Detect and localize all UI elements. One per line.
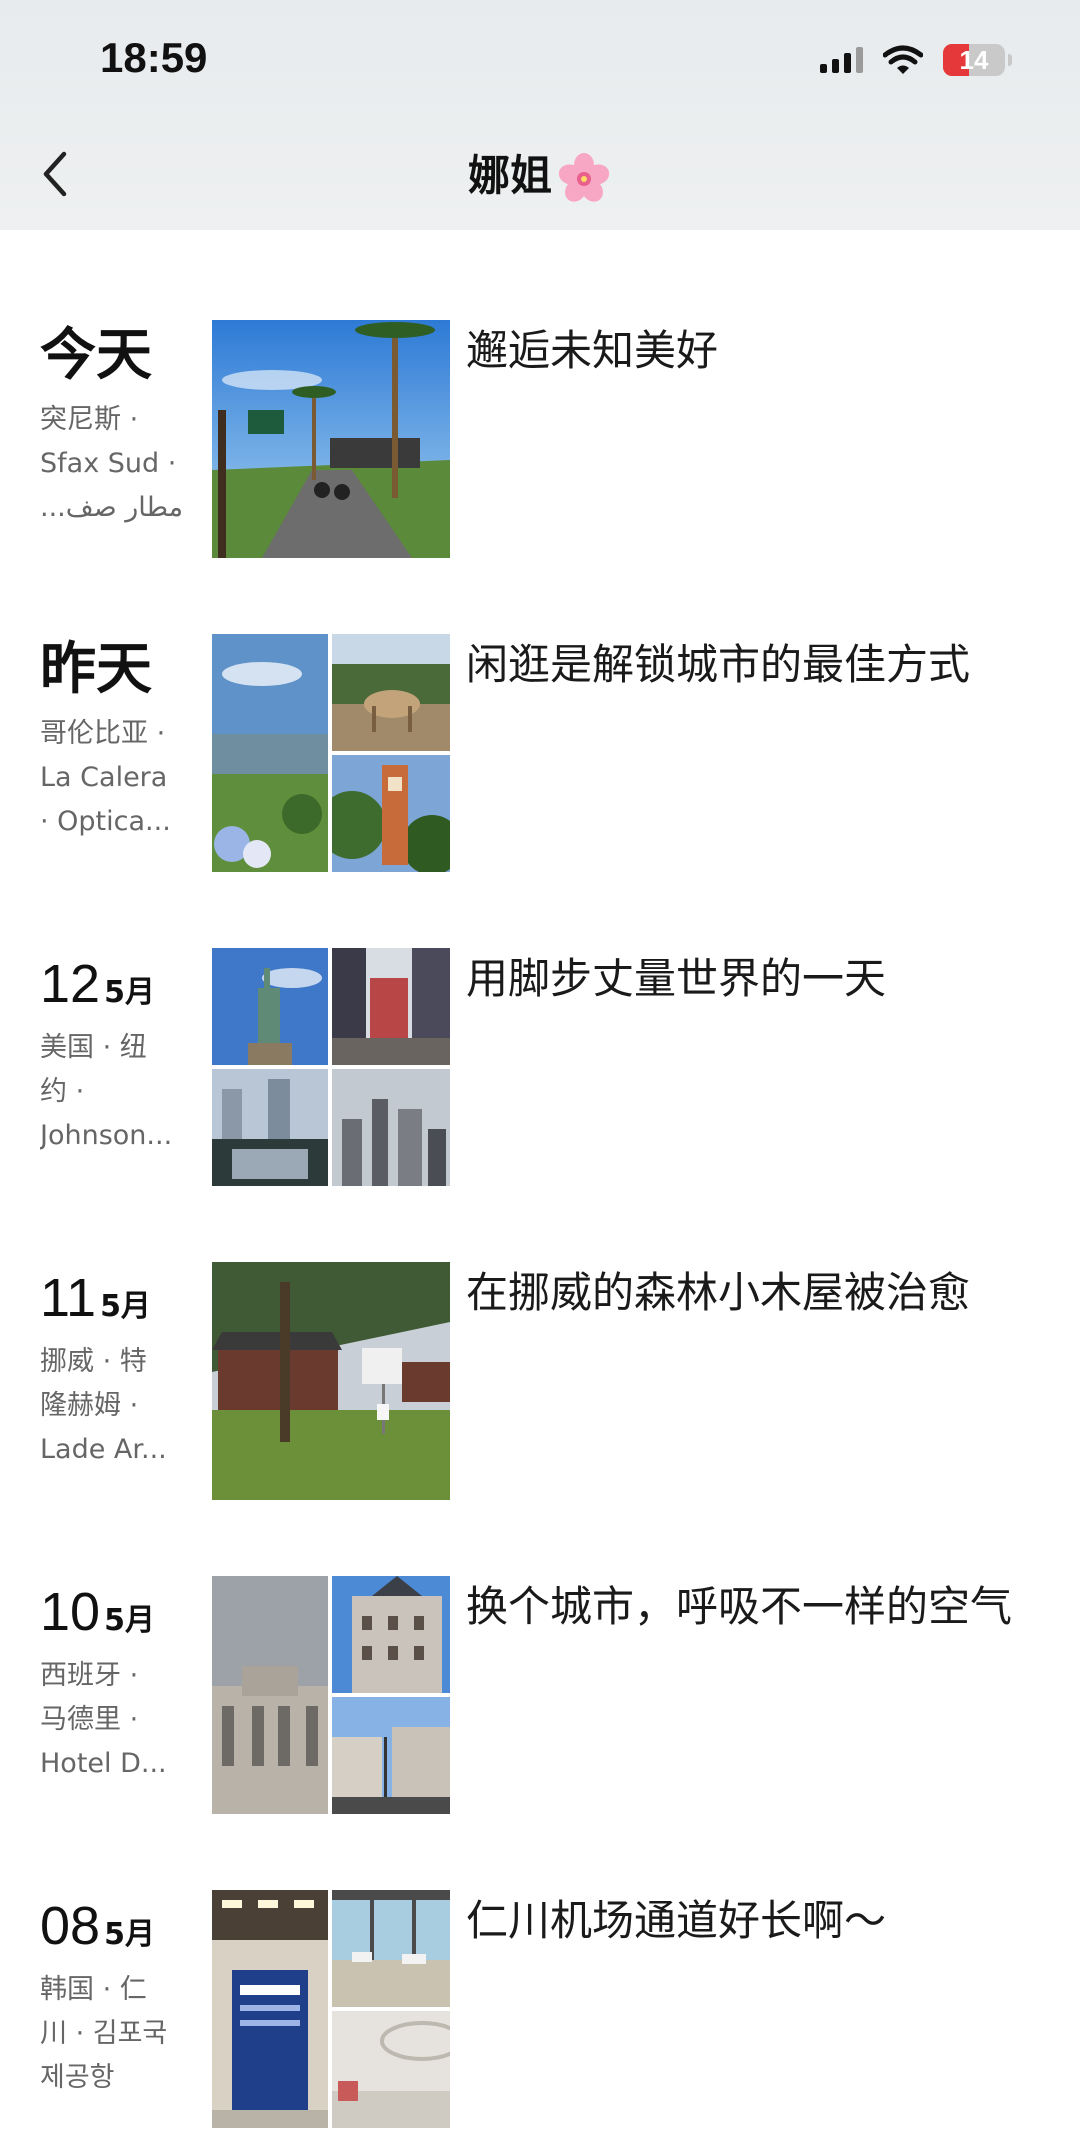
photo bbox=[332, 2011, 450, 2128]
top-bar: 18:59 14 娜姐 bbox=[0, 0, 1080, 230]
page-title-text: 娜姐 bbox=[467, 151, 552, 200]
location-line: 约 · bbox=[40, 1076, 85, 1107]
location-line: 川 · 김포국 bbox=[40, 2018, 168, 2049]
photo bbox=[332, 1576, 450, 1693]
photo bbox=[212, 1069, 328, 1186]
location-line: La Calera bbox=[40, 762, 168, 793]
photo-thumbnail[interactable] bbox=[212, 1890, 450, 2128]
date-label: 今天 bbox=[40, 323, 152, 388]
date-month: 5月 bbox=[104, 1603, 155, 1638]
date-month: 5月 bbox=[104, 975, 155, 1010]
page-title: 娜姐 bbox=[0, 146, 1080, 206]
photo-thumbnail[interactable] bbox=[212, 634, 450, 872]
entry-caption: 换个城市，呼吸不一样的空气 bbox=[466, 1582, 1013, 1631]
photo-thumbnail[interactable] bbox=[212, 1576, 450, 1814]
entry-date: 08 5月 bbox=[40, 1890, 155, 1962]
photo bbox=[332, 1069, 450, 1186]
date-day: 11 bbox=[40, 1268, 97, 1328]
date-day: 10 bbox=[40, 1582, 101, 1642]
entry-date: 今天 bbox=[40, 320, 152, 392]
entry-caption: 闲逛是解锁城市的最佳方式 bbox=[466, 640, 971, 689]
entry-location: 挪威 · 特 隆赫姆 · Lade Ar... bbox=[40, 1340, 192, 1472]
entry-date: 11 5月 bbox=[40, 1262, 151, 1334]
photo bbox=[212, 1576, 328, 1814]
date-month: 5月 bbox=[100, 1289, 151, 1324]
entry-location: 哥伦比亚 · La Calera · Optica... bbox=[40, 712, 192, 844]
battery-icon: 14 bbox=[943, 44, 1005, 76]
entry-location: 美国 · 纽 约 · Johnson... bbox=[40, 1026, 192, 1158]
cherry-blossom-icon bbox=[558, 152, 610, 202]
photo bbox=[212, 1890, 328, 2128]
list-item[interactable]: 昨天 哥伦比亚 · La Calera · Optica... 闲逛是解锁城市的… bbox=[0, 634, 1080, 874]
location-line: 哥伦比亚 · bbox=[40, 718, 166, 749]
list-item[interactable]: 08 5月 韩国 · 仁 川 · 김포국 제공항 仁川机场通道好长啊～ bbox=[0, 1890, 1080, 2130]
date-label: 昨天 bbox=[40, 637, 152, 702]
entry-date: 10 5月 bbox=[40, 1576, 155, 1648]
photo-thumbnail[interactable] bbox=[212, 1262, 450, 1500]
date-day: 12 bbox=[40, 954, 101, 1014]
date-day: 08 bbox=[40, 1896, 101, 1956]
photo-thumbnail[interactable] bbox=[212, 948, 450, 1186]
entry-location: 西班牙 · 马德里 · Hotel D... bbox=[40, 1654, 192, 1786]
entry-caption: 用脚步丈量世界的一天 bbox=[466, 954, 887, 1003]
list-item[interactable]: 11 5月 挪威 · 特 隆赫姆 · Lade Ar... 在挪威的森林小木屋被… bbox=[0, 1262, 1080, 1502]
photo bbox=[212, 634, 328, 872]
location-line: 挪威 · 特 bbox=[40, 1346, 147, 1377]
status-icons: 14 bbox=[820, 40, 1012, 80]
photo bbox=[212, 1262, 450, 1500]
cellular-signal-icon bbox=[820, 47, 863, 73]
location-line: 美国 · 纽 bbox=[40, 1032, 147, 1063]
photo-thumbnail[interactable] bbox=[212, 320, 450, 558]
location-line: 제공항 bbox=[40, 2062, 115, 2093]
entry-date: 12 5月 bbox=[40, 948, 155, 1020]
location-line: Hotel D... bbox=[40, 1748, 167, 1779]
location-line: مطار صف... bbox=[40, 492, 184, 523]
photo bbox=[212, 320, 450, 558]
location-line: · Optica... bbox=[40, 806, 171, 837]
entry-location: 韩国 · 仁 川 · 김포국 제공항 bbox=[40, 1968, 192, 2100]
status-time: 18:59 bbox=[100, 34, 208, 81]
entry-location: 突尼斯 · Sfax Sud · مطار صف... bbox=[40, 398, 192, 530]
battery-level: 14 bbox=[959, 45, 989, 75]
location-line: Johnson... bbox=[40, 1120, 173, 1151]
location-line: 马德里 · bbox=[40, 1704, 139, 1735]
photo bbox=[332, 634, 450, 751]
entry-date: 昨天 bbox=[40, 634, 152, 706]
location-line: 西班牙 · bbox=[40, 1660, 139, 1691]
date-month: 5月 bbox=[104, 1917, 155, 1952]
photo bbox=[212, 948, 328, 1065]
photo bbox=[332, 755, 450, 872]
location-line: Lade Ar... bbox=[40, 1434, 167, 1465]
entry-caption: 邂逅未知美好 bbox=[466, 326, 719, 375]
entry-caption: 在挪威的森林小木屋被治愈 bbox=[466, 1268, 971, 1317]
list-item[interactable]: 今天 突尼斯 · Sfax Sud · مطار صف... 邂逅未知美好 bbox=[0, 320, 1080, 560]
photo bbox=[332, 1890, 450, 2007]
location-line: 隆赫姆 · bbox=[40, 1390, 139, 1421]
photo bbox=[332, 948, 450, 1065]
list-item[interactable]: 10 5月 西班牙 · 马德里 · Hotel D... 换个城市，呼吸不一样的… bbox=[0, 1576, 1080, 1816]
location-line: 突尼斯 · bbox=[40, 404, 139, 435]
wifi-icon bbox=[883, 45, 923, 74]
location-line: Sfax Sud · bbox=[40, 448, 177, 479]
list-item[interactable]: 12 5月 美国 · 纽 约 · Johnson... 用脚步丈量世界的一天 bbox=[0, 948, 1080, 1188]
photo bbox=[332, 1697, 450, 1814]
entry-caption: 仁川机场通道好长啊～ bbox=[466, 1896, 887, 1945]
location-line: 韩国 · 仁 bbox=[40, 1974, 147, 2005]
